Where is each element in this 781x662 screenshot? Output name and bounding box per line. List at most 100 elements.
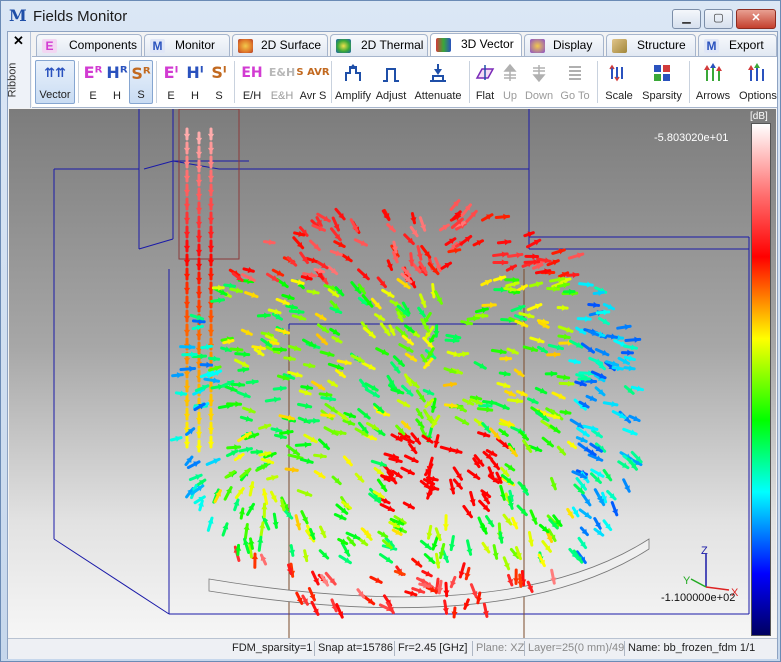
- field-arrow-head: [207, 413, 215, 419]
- amplify-icon: [345, 64, 361, 81]
- field-arrow-head: [183, 357, 191, 363]
- status-layer: Layer=25(0 mm)/49: [528, 642, 625, 654]
- field-arrow-head: [505, 355, 511, 362]
- field-arrow-head: [503, 213, 509, 220]
- tab-display[interactable]: Display: [524, 34, 604, 56]
- options-dropdown[interactable]: Options: [735, 60, 777, 104]
- field-arrow-head: [195, 235, 203, 241]
- field-arrow-head: [183, 161, 191, 167]
- minimize-button[interactable]: ▁: [672, 9, 701, 29]
- go-to-button[interactable]: Go To: [556, 60, 594, 104]
- client-area: ✕ Ribbon E Components M Monitor 2D Surfa…: [6, 31, 778, 659]
- field-arrow-head: [183, 273, 191, 279]
- field-arrow-head: [553, 351, 560, 358]
- separator: [78, 61, 79, 103]
- down-button[interactable]: Down: [522, 60, 556, 104]
- button-label: Attenuate: [414, 90, 462, 102]
- status-plane: Plane: XZ: [476, 642, 525, 654]
- app-logo-icon: M: [9, 6, 27, 25]
- e-real-button[interactable]: Eᴿ E: [81, 60, 105, 104]
- e-real-icon: Eᴿ: [83, 63, 103, 82]
- h-real-button[interactable]: Hᴿ H: [105, 60, 129, 104]
- tab-label: 3D Vector: [461, 37, 514, 51]
- field-arrow-head: [319, 452, 326, 459]
- button-label: Avr S: [299, 90, 327, 102]
- s-imag-button[interactable]: Sᴵ S: [207, 60, 231, 104]
- h-imag-button[interactable]: Hᴵ H: [183, 60, 207, 104]
- e-imag-icon: Eᴵ: [163, 63, 179, 82]
- separator: [472, 641, 473, 656]
- field-arrow-head: [236, 346, 242, 353]
- field-arrow-head: [195, 445, 203, 451]
- adjust-icon: [383, 68, 399, 82]
- attenuate-button[interactable]: Attenuate: [410, 60, 466, 104]
- button-label: Adjust: [375, 90, 407, 102]
- tab-label: 2D Thermal: [361, 38, 424, 52]
- button-label: E&H: [270, 90, 294, 102]
- field-arrow-head: [183, 147, 191, 153]
- tab-structure[interactable]: Structure: [606, 34, 696, 56]
- button-label: Scale: [605, 90, 633, 102]
- arrows-icon: [704, 63, 722, 81]
- 3d-vector-viewport[interactable]: Z X Y [dB] -5.803020e+01 -1.100000e+02: [9, 109, 776, 638]
- tab-2d-thermal[interactable]: 2D Thermal: [330, 34, 428, 56]
- up-arrow-icon: [503, 63, 517, 81]
- axis-y-label: Y: [683, 575, 691, 587]
- field-arrow-head: [195, 305, 203, 311]
- sparsity-dropdown[interactable]: Sparsity: [638, 60, 686, 104]
- field-arrow-head: [268, 239, 275, 246]
- field-arrow-head: [195, 249, 203, 255]
- button-label: S: [137, 89, 145, 101]
- button-label: Amplify: [334, 90, 372, 102]
- field-arrow-head: [207, 217, 215, 223]
- separator: [331, 61, 332, 103]
- s-real-button[interactable]: Sᴿ S: [129, 60, 153, 104]
- adjust-button[interactable]: Adjust: [373, 60, 409, 104]
- field-arrow-head: [504, 239, 510, 246]
- field-arrow-head: [257, 537, 264, 543]
- field-arrow-head: [195, 137, 203, 143]
- button-label: Arrows: [695, 90, 731, 102]
- scale-icon: [609, 64, 623, 82]
- button-label: S: [215, 90, 223, 102]
- field-arrow-head: [550, 370, 556, 377]
- avr-s-button[interactable]: S AVR Avr S: [296, 60, 329, 104]
- flat-button[interactable]: Flat: [472, 60, 498, 104]
- e-imag-button[interactable]: Eᴵ E: [159, 60, 183, 104]
- title-bar[interactable]: M Fields Monitor ▁ ▢ ✕: [1, 1, 780, 31]
- field-arrow-head: [195, 207, 203, 213]
- close-button[interactable]: ✕: [736, 9, 776, 29]
- arrows-dropdown[interactable]: Arrows: [692, 60, 734, 104]
- field-arrow-head: [251, 378, 258, 386]
- separator: [394, 641, 395, 656]
- maximize-button[interactable]: ▢: [704, 9, 733, 29]
- scale-dropdown[interactable]: Scale: [600, 60, 638, 104]
- amplify-button[interactable]: Amplify: [334, 60, 372, 104]
- 2d-thermal-icon: [336, 39, 351, 53]
- axis-triad: Z X Y: [683, 545, 739, 599]
- bounding-box-wireframe: [53, 109, 750, 638]
- field-arrow-head: [183, 217, 191, 223]
- tab-components[interactable]: E Components: [36, 34, 142, 56]
- vector-button[interactable]: ⇈⇈ Vector: [35, 60, 75, 104]
- field-arrows: [169, 127, 645, 619]
- ribbon-close-icon[interactable]: ✕: [13, 33, 24, 49]
- status-name: Name: bb_frozen_fdm 1/1: [628, 642, 756, 654]
- status-snap: Snap at=15786: [318, 642, 393, 654]
- export-icon: M: [704, 39, 719, 53]
- tab-2d-surface[interactable]: 2D Surface: [232, 34, 328, 56]
- field-arrow-head: [207, 427, 215, 433]
- tab-monitor[interactable]: M Monitor: [144, 34, 230, 56]
- tab-label: Structure: [637, 38, 686, 52]
- up-button[interactable]: Up: [498, 60, 522, 104]
- field-arrow-head: [235, 400, 241, 408]
- status-bar: FDM_sparsity=1 Snap at=15786 Fr=2.45 [GH…: [8, 638, 777, 659]
- field-arrow-head: [207, 315, 215, 321]
- ribbon-label[interactable]: Ribbon: [6, 63, 18, 98]
- tab-3d-vector[interactable]: 3D Vector: [430, 33, 522, 57]
- tab-export[interactable]: M Export: [698, 34, 777, 56]
- field-arrow-head: [200, 353, 206, 360]
- e-h-dropdown[interactable]: EH E/H: [237, 60, 267, 104]
- vector-icon: ⇈⇈: [44, 66, 66, 81]
- e-and-h-button[interactable]: E&H E&H: [267, 60, 297, 104]
